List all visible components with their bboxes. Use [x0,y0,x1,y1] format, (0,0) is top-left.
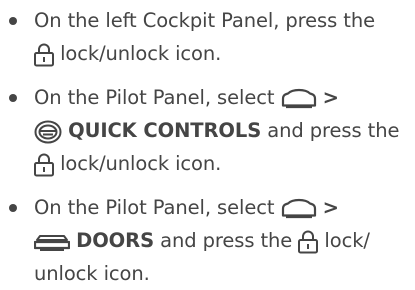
step-text: lock/unlock icon. [60,152,222,175]
list-item: On the Pilot Panel, select > QUICK CONTR… [0,81,415,180]
menu-item-doors: DOORS [76,229,155,252]
line: unlock icon. [34,257,415,290]
line: On the left Cockpit Panel, press the [34,4,415,37]
car-icon [281,198,317,220]
line: DOORS and press the lock/ [34,224,415,257]
car-doors-icon [34,231,70,253]
line: lock/unlock icon. [34,147,415,180]
lock-icon [34,153,54,177]
lock-icon [34,43,54,67]
separator: > [322,196,339,219]
separator: > [322,86,339,109]
step-text: On the Pilot Panel, select [34,86,275,109]
steering-wheel-icon [34,120,62,144]
car-icon [281,88,317,110]
bullet [9,204,17,212]
step-text: On the Pilot Panel, select [34,196,275,219]
bullet [9,94,17,102]
step-text: On the left Cockpit Panel, press the [34,9,375,32]
step-text: unlock icon. [34,262,150,285]
line: lock/unlock icon. [34,37,415,70]
list-item: On the left Cockpit Panel, press the loc… [0,4,415,70]
list-item: On the Pilot Panel, select > DOORS and p… [0,191,415,290]
instruction-list: On the left Cockpit Panel, press the loc… [0,4,415,290]
step-text: and press the [267,119,400,142]
bullet [9,17,17,25]
line: On the Pilot Panel, select > [34,81,415,114]
step-text: and press the [160,229,293,252]
step-text: lock/unlock icon. [60,42,222,65]
lock-icon [298,230,319,254]
line: QUICK CONTROLS and press the [34,114,415,147]
menu-item-quick-controls: QUICK CONTROLS [68,119,262,142]
line: On the Pilot Panel, select > [34,191,415,224]
instruction-document: On the left Cockpit Panel, press the loc… [0,4,415,285]
step-text: lock/ [324,229,370,252]
